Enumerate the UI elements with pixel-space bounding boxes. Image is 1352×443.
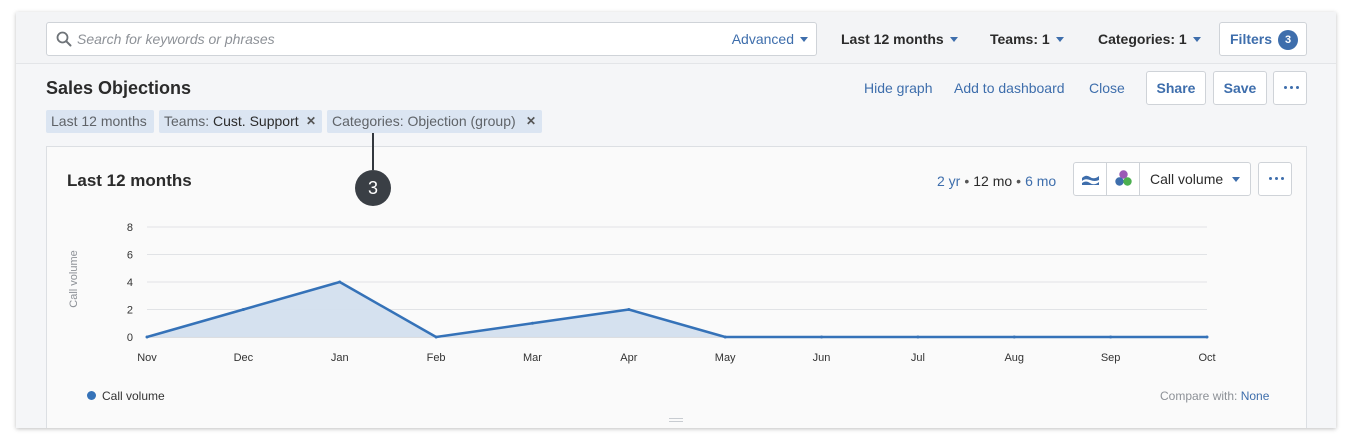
range-option-6mo[interactable]: 6 mo — [1025, 173, 1056, 189]
y-tick-label: 8 — [127, 222, 133, 234]
metric-label: Call volume — [1150, 171, 1224, 187]
callout-badge: 3 — [355, 170, 391, 206]
chevron-down-icon — [1055, 37, 1064, 42]
categories-label: Categories: 1 — [1098, 31, 1187, 47]
remove-chip-icon[interactable]: ✕ — [306, 110, 316, 133]
search-box[interactable]: Advanced — [46, 22, 817, 56]
add-to-dashboard-link[interactable]: Add to dashboard — [954, 80, 1065, 96]
date-range-label: Last 12 months — [841, 31, 944, 47]
range-option-12mo[interactable]: 12 mo — [973, 173, 1012, 189]
range-option-2yr[interactable]: 2 yr — [937, 173, 960, 189]
chip-label: Teams: — [164, 113, 210, 129]
color-circles-icon — [1115, 170, 1132, 186]
chip-value: Cust. Support — [213, 113, 299, 129]
data-point — [1012, 335, 1016, 339]
x-tick-label: Dec — [234, 352, 254, 364]
compare-with: Compare with: None — [1160, 389, 1269, 403]
x-tick-label: Jul — [911, 352, 925, 364]
x-tick-label: Mar — [523, 352, 542, 364]
data-point — [820, 335, 824, 339]
teams-label: Teams: 1 — [990, 31, 1050, 47]
resize-handle[interactable] — [669, 418, 683, 422]
chip-label: Last 12 months — [51, 113, 147, 129]
x-tick-label: Oct — [1198, 352, 1215, 364]
hide-graph-link[interactable]: Hide graph — [864, 80, 933, 96]
x-tick-label: May — [715, 352, 736, 364]
x-tick-label: Aug — [1004, 352, 1024, 364]
metric-dropdown[interactable]: Call volume — [1140, 163, 1252, 195]
advanced-label: Advanced — [731, 31, 794, 47]
chart-more-button[interactable] — [1258, 162, 1292, 196]
share-button[interactable]: Share — [1146, 71, 1206, 105]
remove-chip-icon[interactable]: ✕ — [526, 110, 536, 133]
filters-label: Filters — [1230, 31, 1273, 47]
stacked-area-icon — [1082, 175, 1099, 185]
chip-label: Categories: Objection (group) — [332, 113, 516, 129]
y-tick-label: 6 — [127, 250, 133, 262]
filters-count-badge: 3 — [1278, 30, 1298, 50]
y-tick-label: 4 — [127, 277, 133, 289]
y-tick-label: 2 — [127, 305, 133, 317]
x-tick-label: Jun — [813, 352, 831, 364]
stacked-area-button[interactable] — [1074, 163, 1107, 195]
save-button[interactable]: Save — [1213, 71, 1267, 105]
teams-dropdown[interactable]: Teams: 1 — [990, 31, 1064, 47]
compare-value-link[interactable]: None — [1241, 389, 1270, 403]
data-point — [434, 335, 438, 339]
categories-dropdown[interactable]: Categories: 1 — [1098, 31, 1201, 47]
chevron-down-icon — [949, 37, 958, 42]
compare-label: Compare with: — [1160, 389, 1238, 403]
advanced-search-dropdown[interactable]: Advanced — [732, 31, 808, 47]
callout-line — [372, 133, 374, 170]
filter-chip-date: Last 12 months — [46, 110, 154, 133]
page-title: Sales Objections — [46, 78, 192, 98]
call-volume-chart: 0 2 4 6 8 Call volume Nov Dec Jan Feb Mar Apr May Jun… — [68, 222, 1216, 364]
search-input[interactable] — [77, 24, 677, 54]
data-point — [338, 280, 342, 284]
data-point — [916, 335, 920, 339]
close-link[interactable]: Close — [1089, 80, 1125, 96]
top-toolbar: Advanced Last 12 months Teams: 1 Categor… — [16, 12, 1336, 64]
legend-label: Call volume — [102, 389, 165, 403]
chevron-down-icon — [1192, 37, 1201, 42]
filters-button[interactable]: Filters 3 — [1219, 22, 1307, 56]
x-tick-label: Jan — [331, 352, 349, 364]
range-selector: 2 yr • 12 mo • 6 mo — [937, 173, 1057, 189]
chevron-down-icon — [1232, 177, 1241, 182]
x-tick-label: Feb — [427, 352, 446, 364]
filter-chip-categories: Categories: Objection (group) ✕ — [327, 110, 542, 133]
y-axis-label: Call volume — [68, 250, 80, 307]
data-point — [1205, 335, 1209, 339]
color-series-button[interactable] — [1107, 163, 1140, 195]
legend-swatch — [87, 391, 96, 400]
data-point — [723, 335, 727, 339]
more-options-button[interactable] — [1273, 71, 1307, 105]
data-point — [1109, 335, 1113, 339]
date-range-dropdown[interactable]: Last 12 months — [841, 31, 958, 47]
more-horizontal-icon — [1282, 86, 1300, 90]
x-tick-label: Apr — [620, 352, 637, 364]
y-tick-label: 0 — [127, 332, 133, 344]
app-frame: Advanced Last 12 months Teams: 1 Categor… — [16, 12, 1336, 428]
chart-legend: Call volume — [87, 389, 165, 403]
more-horizontal-icon — [1267, 177, 1285, 181]
chart-title: Last 12 months — [67, 171, 192, 190]
x-tick-label: Sep — [1101, 352, 1121, 364]
chart-tool-group: Call volume — [1073, 162, 1251, 196]
data-point — [241, 308, 245, 311]
chevron-down-icon — [800, 37, 808, 42]
data-point — [627, 308, 631, 311]
search-icon — [56, 31, 72, 47]
chart-card: Last 12 months 2 yr • 12 mo • 6 mo Call volu… — [46, 146, 1307, 428]
data-point — [530, 321, 534, 325]
data-point — [145, 335, 149, 339]
x-tick-label: Nov — [137, 352, 157, 364]
filter-chip-teams: Teams: Cust. Support ✕ — [159, 110, 322, 133]
